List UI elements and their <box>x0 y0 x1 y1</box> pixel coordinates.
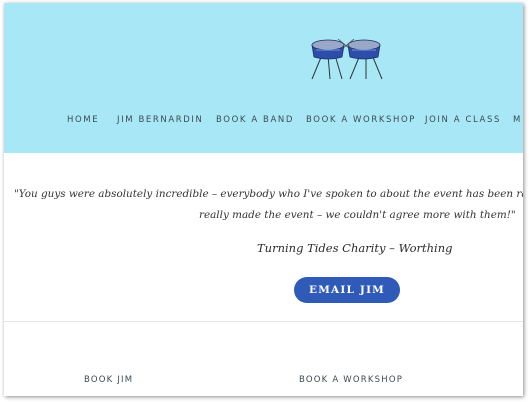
testimonial-attribution: Turning Tides Charity – Worthing <box>257 241 453 255</box>
nav-more-truncated[interactable]: M <box>513 115 522 125</box>
page-frame: HOME JIM BERNARDIN BOOK A BAND BOOK A WO… <box>4 3 523 396</box>
nav-book-a-band[interactable]: BOOK A BAND <box>216 115 294 125</box>
footer-link-book-jim[interactable]: BOOK JIM <box>84 375 133 385</box>
main-nav: HOME JIM BERNARDIN BOOK A BAND BOOK A WO… <box>4 115 523 131</box>
site-header: HOME JIM BERNARDIN BOOK A BAND BOOK A WO… <box>4 3 523 153</box>
nav-join-a-class[interactable]: JOIN A CLASS <box>425 115 501 125</box>
testimonial-quote-line-1: "You guys were absolutely incredible – e… <box>14 188 523 200</box>
steel-pan-drums-logo[interactable] <box>300 33 392 85</box>
nav-home[interactable]: HOME <box>67 115 99 125</box>
section-divider <box>4 321 523 322</box>
footer-link-book-a-workshop[interactable]: BOOK A WORKSHOP <box>299 375 403 385</box>
email-jim-button[interactable]: EMAIL JIM <box>294 277 400 303</box>
testimonial-quote-line-2: really made the event – we couldn't agre… <box>199 209 516 221</box>
nav-jim-bernardin[interactable]: JIM BERNARDIN <box>117 115 203 125</box>
nav-book-a-workshop[interactable]: BOOK A WORKSHOP <box>306 115 416 125</box>
